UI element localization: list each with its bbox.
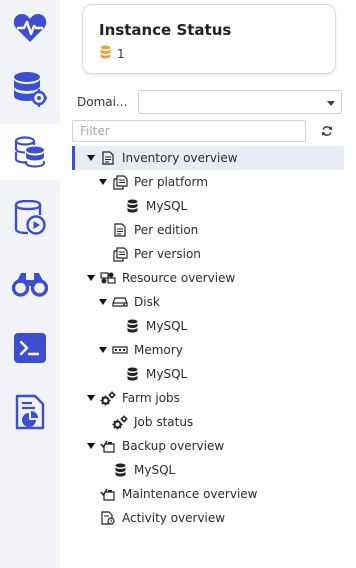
tree-node[interactable]: Memory [72, 338, 344, 362]
tree-node-label: MySQL [134, 463, 176, 477]
expand-toggle-icon[interactable] [86, 153, 96, 163]
expand-toggle-icon[interactable] [86, 441, 96, 451]
tree-node[interactable]: MySQL [72, 458, 344, 482]
tree-node[interactable]: MySQL [72, 362, 344, 386]
tree-node[interactable]: Job status [72, 410, 344, 434]
tree-node-label: Farm jobs [122, 391, 180, 405]
tree-node[interactable]: Per version [72, 242, 344, 266]
tree-node-label: Job status [134, 415, 194, 429]
backup-check-icon [100, 438, 116, 454]
filter-row [72, 120, 347, 142]
expand-toggle-icon[interactable] [98, 177, 108, 187]
expand-toggle-icon[interactable] [86, 393, 96, 403]
tree-node-label: MySQL [146, 319, 188, 333]
domain-row: Domai... [77, 90, 343, 114]
tree-node-label: MySQL [146, 199, 188, 213]
database-icon [124, 198, 140, 214]
tree-node-label: Per platform [134, 175, 208, 189]
tree-node-label: Per edition [134, 223, 199, 237]
document-icon [100, 150, 116, 166]
gears-icon [100, 390, 116, 406]
database-icon [124, 318, 140, 334]
expand-toggle-icon[interactable] [98, 297, 108, 307]
rail-item-monitor[interactable] [0, 256, 60, 312]
tree-node[interactable]: Per edition [72, 218, 344, 242]
tree-node[interactable]: Activity overview [72, 506, 344, 530]
activity-document-icon [100, 510, 116, 526]
filter-input[interactable] [72, 120, 306, 142]
tree-node[interactable]: Resource overview [72, 266, 344, 290]
heart-pulse-icon [13, 13, 47, 43]
stacked-databases-icon [14, 136, 46, 168]
rail-item-health[interactable] [0, 0, 60, 56]
database-gear-icon [13, 71, 47, 107]
left-nav-rail [0, 0, 60, 568]
refresh-icon[interactable] [318, 122, 336, 140]
instance-status-title: Instance Status [99, 21, 232, 39]
instance-status-count-row: 1 [100, 45, 125, 62]
tree-node-label: Inventory overview [122, 151, 238, 165]
tree-node-label: Backup overview [122, 439, 225, 453]
resource-icon [100, 270, 116, 286]
tree-node[interactable]: Maintenance overview [72, 482, 344, 506]
tree-node[interactable]: MySQL [72, 194, 344, 218]
binoculars-icon [12, 271, 48, 297]
disk-icon [112, 294, 128, 310]
expand-toggle-icon[interactable] [86, 273, 96, 283]
tree-node[interactable]: Disk [72, 290, 344, 314]
tree-node-label: Activity overview [122, 511, 226, 525]
document-icon [112, 222, 128, 238]
tree-node-label: Disk [134, 295, 160, 309]
gears-icon [112, 414, 128, 430]
tree-node[interactable]: Inventory overview [72, 146, 344, 170]
database-icon [100, 45, 111, 62]
tree-node[interactable]: MySQL [72, 314, 344, 338]
tree-node-label: Memory [134, 343, 183, 357]
database-play-icon [14, 200, 46, 236]
instance-status-card[interactable]: Instance Status 1 [82, 4, 336, 74]
memory-icon [112, 342, 128, 358]
tree-node[interactable]: Per platform [72, 170, 344, 194]
domain-label: Domai... [77, 95, 128, 109]
tree-node-label: MySQL [146, 367, 188, 381]
domain-select[interactable] [138, 90, 342, 114]
tree-node-label: Resource overview [122, 271, 236, 285]
tree-node-label: Per version [134, 247, 201, 261]
rail-item-database-settings[interactable] [0, 61, 60, 117]
chevron-down-icon [327, 101, 335, 106]
database-icon [124, 366, 140, 382]
rail-item-backup[interactable] [0, 190, 60, 246]
report-tree: Inventory overview Per platform MySQL Per e… [72, 146, 344, 530]
expand-toggle-icon[interactable] [98, 345, 108, 355]
report-chart-icon [15, 394, 45, 430]
rail-item-console[interactable] [0, 320, 60, 376]
rail-item-inventory[interactable] [0, 124, 60, 180]
tree-node[interactable]: Farm jobs [72, 386, 344, 410]
instance-status-count: 1 [117, 46, 125, 61]
terminal-icon [14, 333, 46, 363]
multi-document-icon [112, 246, 128, 262]
tree-node-label: Maintenance overview [122, 487, 258, 501]
tree-node[interactable]: Backup overview [72, 434, 344, 458]
rail-item-reports[interactable] [0, 384, 60, 440]
inventory-panel: Instance Status 1 Domai... Filter Invent… [60, 0, 356, 568]
multi-document-icon [112, 174, 128, 190]
database-icon [112, 462, 128, 478]
backup-check-icon [100, 486, 116, 502]
